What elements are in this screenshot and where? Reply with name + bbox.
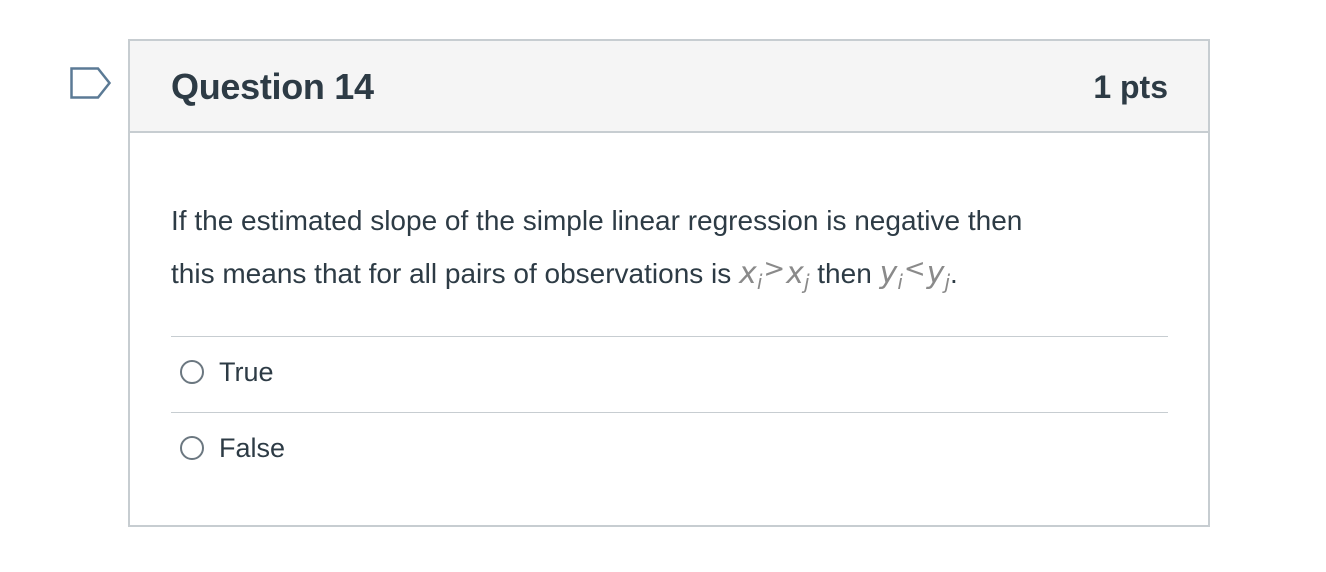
question-text-line-1: If the estimated slope of the simple lin…: [171, 205, 1023, 236]
math-operator: <: [903, 254, 926, 284]
math-var: y: [879, 256, 898, 291]
math-var: x: [739, 256, 757, 291]
answer-label: True: [219, 356, 274, 387]
question-text-end: .: [950, 258, 958, 289]
question-header: Question 14 1 pts: [130, 41, 1208, 133]
question-text-middle: then: [817, 258, 872, 289]
math-expression-y: yi<yj: [879, 254, 950, 292]
answer-divider: [171, 412, 1168, 413]
question-text-line-2: this means that for all pairs of observa…: [171, 245, 1171, 298]
math-sub: j: [803, 270, 810, 294]
math-var: x: [786, 256, 804, 291]
radio-button[interactable]: [180, 360, 204, 384]
question-text-prefix: this means that for all pairs of observa…: [171, 258, 732, 289]
question-points: 1 pts: [1093, 69, 1168, 105]
math-var: y: [926, 256, 945, 291]
question-text: If the estimated slope of the simple lin…: [171, 197, 1171, 298]
answer-option-false[interactable]: False: [171, 420, 1168, 476]
question-title: Question 14: [171, 66, 374, 107]
answer-label: False: [219, 432, 286, 463]
answer-option-true[interactable]: True: [171, 344, 1168, 400]
flag-icon[interactable]: [70, 67, 112, 101]
answer-divider: [171, 336, 1168, 337]
radio-button[interactable]: [180, 436, 204, 460]
math-operator: >: [763, 254, 786, 284]
question-card: Question 14 1 pts If the estimated slope…: [128, 39, 1210, 527]
math-expression-x: xi>xj: [739, 254, 810, 294]
